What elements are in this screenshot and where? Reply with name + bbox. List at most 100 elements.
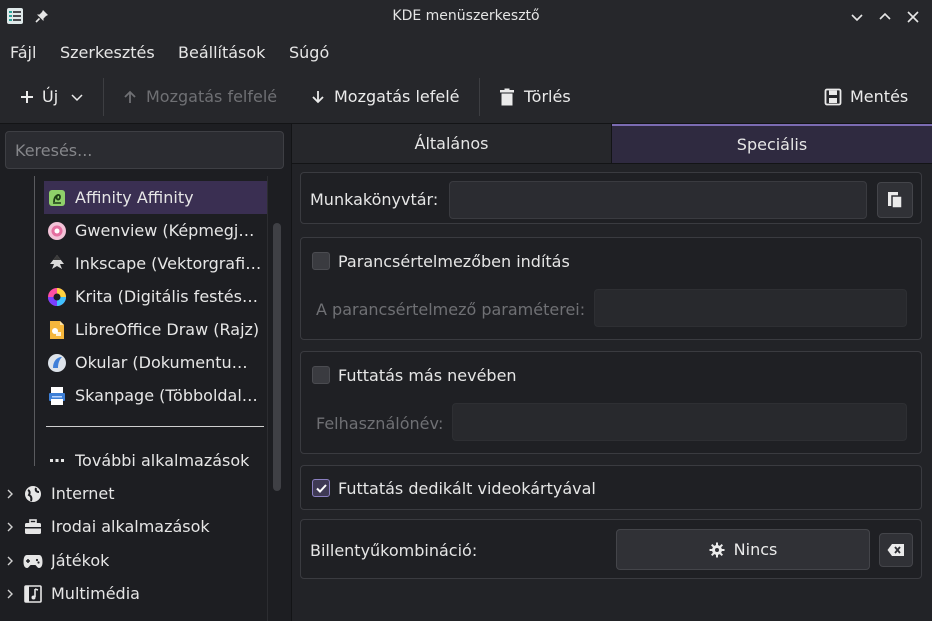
save-button[interactable]: Mentés — [824, 87, 908, 106]
tree-item-gwenview[interactable]: Gwenview (Képmegjelenítő) — [44, 214, 267, 247]
skanpage-icon — [47, 386, 67, 406]
okular-icon — [47, 353, 67, 373]
arrow-up-icon — [124, 90, 136, 103]
backspace-icon — [887, 544, 904, 556]
tree-separator — [46, 426, 264, 427]
tree-item-skanpage[interactable]: Skanpage (Többoldalas szkennelés) — [44, 379, 267, 412]
workdir-label: Munkakönyvtár: — [310, 190, 439, 209]
toolbar: Új Mozgatás felfelé Mozgatás lefelé Törl… — [0, 70, 932, 124]
terminal-params-label: A parancsértelmező paraméterei: — [316, 300, 586, 319]
terminal-checkbox[interactable] — [312, 252, 330, 270]
search-input[interactable] — [5, 131, 284, 169]
tree-scrollbar[interactable] — [273, 223, 281, 491]
terminal-label: Parancsértelmezőben indítás — [338, 252, 570, 271]
krita-icon — [47, 287, 67, 307]
gpu-label: Futtatás dedikált videokártyával — [338, 479, 596, 498]
tree-item-label: Irodai alkalmazások — [51, 517, 210, 536]
menu-tree-pane: Affinity Affinity Gwenview (Képmegjelení… — [0, 124, 292, 621]
gpu-group: Futtatás dedikált videokártyával — [300, 465, 922, 510]
tree-item-label: Multimédia — [51, 584, 140, 603]
runas-label: Futtatás más nevében — [338, 366, 517, 385]
title-bar: KDE menüszerkesztő — [0, 0, 932, 34]
tree-item-label: Játékok — [51, 551, 110, 570]
chevron-right-icon — [7, 589, 13, 598]
save-label: Mentés — [850, 87, 909, 106]
maximize-button[interactable] — [874, 6, 896, 28]
tree-item-label: Inkscape (Vektorgrafikus szerkesztő) — [75, 254, 263, 273]
tab-general[interactable]: Általános — [292, 124, 612, 164]
shortcut-group: Billentyűkombináció: Nincs — [300, 519, 922, 579]
multimedia-icon — [23, 584, 43, 604]
tree-item-label: Skanpage (Többoldalas szkennelés) — [75, 386, 263, 405]
shortcut-button[interactable]: Nincs — [616, 529, 870, 570]
save-icon — [824, 88, 842, 105]
browse-folder-button[interactable] — [877, 182, 913, 218]
tree-item-label: LibreOffice Draw (Rajz) — [75, 320, 260, 339]
tree-item-okular[interactable]: Okular (Dokumentummegjelenítő) — [44, 346, 267, 379]
tab-advanced[interactable]: Speciális — [612, 124, 932, 164]
globe-icon — [23, 484, 43, 504]
tree-item-libreoffice-draw[interactable]: LibreOffice Draw (Rajz) — [44, 313, 267, 346]
menu-settings[interactable]: Beállítások — [178, 43, 265, 62]
tree-item-label: Krita (Digitális festészet) — [75, 287, 263, 306]
runas-checkbox[interactable] — [312, 366, 330, 384]
minimize-button[interactable] — [846, 6, 868, 28]
terminal-params-field[interactable] — [594, 289, 907, 327]
tree-category-office[interactable]: Irodai alkalmazások — [4, 510, 266, 543]
menu-help[interactable]: Súgó — [289, 43, 329, 62]
shortcut-value: Nincs — [733, 540, 778, 559]
move-down-button[interactable]: Mozgatás lefelé — [310, 87, 460, 106]
close-button[interactable] — [902, 6, 924, 28]
workdir-field[interactable] — [449, 181, 867, 219]
document-open-icon — [888, 192, 903, 209]
move-down-label: Mozgatás lefelé — [334, 87, 460, 106]
username-label: Felhasználónév: — [316, 414, 444, 433]
tree-category-games[interactable]: Játékok — [4, 544, 266, 577]
chevron-right-icon — [7, 556, 13, 565]
new-button-label: Új — [42, 87, 59, 106]
delete-button[interactable]: Törlés — [498, 87, 571, 106]
tree-item-affinity[interactable]: Affinity Affinity — [44, 181, 267, 214]
affinity-icon — [47, 188, 67, 208]
tree-item-more-apps[interactable]: További alkalmazások — [44, 444, 267, 477]
briefcase-icon — [23, 517, 43, 537]
menu-bar: Fájl Szerkesztés Beállítások Súgó — [0, 34, 932, 70]
toolbar-separator — [103, 78, 104, 116]
tree-category-internet[interactable]: Internet — [4, 477, 266, 510]
tree-category-multimedia[interactable]: Multimédia — [4, 577, 266, 610]
workdir-group: Munkakönyvtár: — [300, 172, 922, 224]
move-up-button[interactable]: Mozgatás felfelé — [122, 87, 277, 106]
shortcut-label: Billentyűkombináció: — [310, 541, 478, 560]
gpu-checkbox[interactable] — [312, 479, 330, 497]
arrow-down-icon — [312, 90, 324, 103]
delete-label: Törlés — [524, 87, 571, 106]
trash-icon — [500, 88, 514, 105]
tree-item-inkscape[interactable]: Inkscape (Vektorgrafikus szerkesztő) — [44, 247, 267, 280]
gamepad-icon — [23, 551, 43, 571]
menu-edit[interactable]: Szerkesztés — [60, 43, 155, 62]
libreoffice-draw-icon — [47, 320, 67, 340]
new-button[interactable]: Új — [20, 87, 84, 106]
chevron-right-icon — [7, 522, 13, 531]
window-title: KDE menüszerkesztő — [392, 8, 540, 24]
plus-icon — [21, 90, 33, 103]
gwenview-icon — [47, 221, 67, 241]
username-field[interactable] — [452, 403, 907, 441]
entry-details-pane: Általános Speciális Munkakönyvtár: Paran… — [292, 124, 932, 621]
tree-item-label: Gwenview (Képmegjelenítő) — [75, 221, 263, 240]
inkscape-icon — [47, 254, 67, 274]
gear-icon — [709, 542, 725, 557]
clear-shortcut-button[interactable] — [879, 533, 913, 567]
tree-item-label: Affinity Affinity — [75, 188, 194, 207]
more-dots-icon — [47, 451, 67, 471]
checkmark-icon — [315, 483, 327, 493]
runas-group: Futtatás más nevében Felhasználónév: — [300, 351, 922, 454]
tree-item-krita[interactable]: Krita (Digitális festészet) — [44, 280, 267, 313]
tree-item-label: Internet — [51, 484, 115, 503]
scrollbar-divider — [267, 176, 268, 621]
toolbar-separator — [479, 78, 480, 116]
menu-file[interactable]: Fájl — [10, 43, 36, 62]
tree-item-label: További alkalmazások — [75, 451, 250, 470]
terminal-group: Parancsértelmezőben indítás A parancsért… — [300, 237, 922, 340]
move-up-label: Mozgatás felfelé — [146, 87, 278, 106]
